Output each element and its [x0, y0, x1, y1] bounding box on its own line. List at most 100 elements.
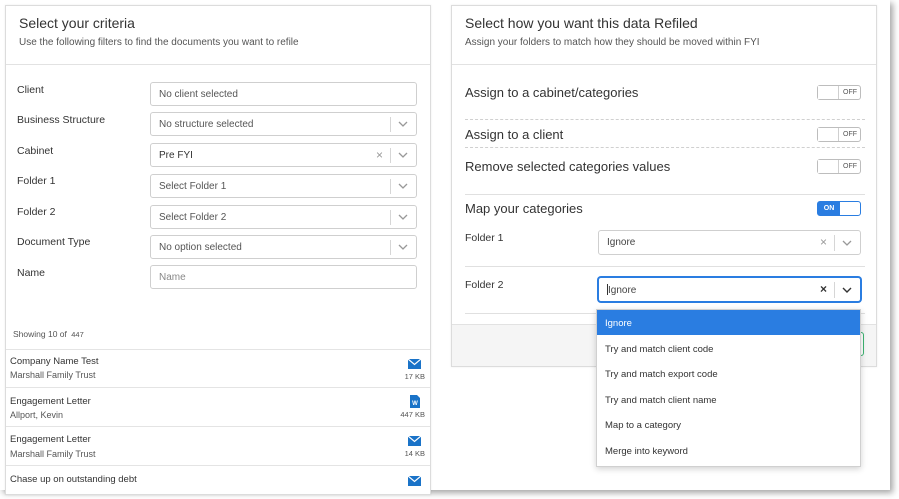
criteria-title: Select your criteria — [19, 15, 135, 31]
separator — [834, 235, 835, 251]
doc-title: Company Name Test — [10, 356, 99, 367]
criteria-subtitle: Use the following filters to find the do… — [19, 37, 299, 48]
criteria-panel: Select your criteria Use the following f… — [5, 5, 431, 495]
total-count: 447 — [71, 330, 84, 339]
separator — [390, 240, 391, 255]
cabinet-select[interactable]: Pre FYI × — [150, 143, 417, 167]
remove-categories-toggle[interactable]: OFF — [817, 159, 861, 174]
doc-size: 447 KB — [400, 410, 425, 419]
toggle-state: OFF — [843, 131, 857, 138]
assign-client-toggle[interactable]: OFF — [817, 127, 861, 142]
map-categories-label: Map your categories — [465, 201, 583, 216]
dropdown-option-match-client-code[interactable]: Try and match client code — [597, 336, 860, 361]
divider — [452, 64, 876, 65]
divider — [465, 194, 865, 195]
clear-icon[interactable]: × — [376, 148, 383, 162]
doc-title: Engagement Letter — [10, 434, 91, 445]
clear-icon[interactable]: × — [820, 282, 827, 296]
word-doc-icon: W — [410, 395, 420, 408]
document-type-value: No option selected — [159, 242, 242, 253]
folder1-label: Folder 1 — [17, 175, 56, 187]
map-folder2-input[interactable]: Ignore — [607, 284, 636, 296]
dropdown-option-match-export-code[interactable]: Try and match export code — [597, 361, 860, 386]
list-item[interactable]: Engagement Letter Marshall Family Trust … — [6, 426, 430, 465]
showing-text: Showing 10 of — [13, 329, 67, 339]
chevron-down-icon[interactable] — [398, 242, 408, 252]
map-categories-toggle[interactable]: ON — [817, 201, 861, 216]
folder1-value: Select Folder 1 — [159, 181, 227, 192]
svg-text:W: W — [412, 401, 418, 407]
clear-icon[interactable]: × — [820, 235, 827, 249]
dropdown-option-map-category[interactable]: Map to a category — [597, 412, 860, 437]
map-folder1-value: Ignore — [607, 237, 636, 248]
doc-subtitle: Marshall Family Trust — [10, 449, 96, 459]
toggle-knob — [818, 128, 839, 141]
doc-subtitle: Allport, Kevin — [10, 410, 64, 420]
list-item[interactable]: Company Name Test Marshall Family Trust … — [6, 349, 430, 387]
folder1-select[interactable]: Select Folder 1 — [150, 174, 417, 198]
dropdown-option-merge-keyword[interactable]: Merge into keyword — [597, 438, 860, 463]
map-folder1-label: Folder 1 — [465, 232, 504, 244]
assign-cabinet-label: Assign to a cabinet/categories — [465, 85, 639, 100]
business-structure-select[interactable]: No structure selected — [150, 112, 417, 136]
toggle-state: OFF — [843, 163, 857, 170]
toggle-state: OFF — [843, 89, 857, 96]
map-folder2-value: gnore — [610, 285, 637, 296]
list-item[interactable]: Engagement Letter Allport, Kevin W 447 K… — [6, 387, 430, 426]
assign-cabinet-toggle[interactable]: OFF — [817, 85, 861, 100]
client-select[interactable]: No client selected — [150, 82, 417, 106]
client-label: Client — [17, 84, 44, 96]
email-icon — [408, 475, 421, 486]
separator — [390, 117, 391, 132]
separator — [390, 148, 391, 163]
folder2-dropdown-menu: Ignore Try and match client code Try and… — [596, 309, 861, 467]
toggle-knob — [818, 160, 839, 173]
chevron-down-icon[interactable] — [398, 181, 408, 191]
chevron-down-icon[interactable] — [398, 119, 408, 129]
chevron-down-icon[interactable] — [842, 238, 852, 248]
dropdown-option-match-client-name[interactable]: Try and match client name — [597, 387, 860, 412]
separator — [834, 282, 835, 298]
separator — [390, 210, 391, 225]
email-icon — [408, 435, 421, 446]
toggle-state: ON — [818, 202, 840, 215]
list-item[interactable]: Chase up on outstanding debt — [6, 465, 430, 494]
cabinet-value: Pre FYI — [159, 150, 193, 161]
doc-subtitle: Marshall Family Trust — [10, 370, 96, 380]
doc-size: 14 KB — [404, 449, 425, 458]
divider — [465, 147, 865, 148]
chevron-down-icon[interactable] — [398, 212, 408, 222]
toggle-knob — [818, 86, 839, 99]
doc-title: Engagement Letter — [10, 396, 91, 407]
app-window: Select your criteria Use the following f… — [0, 0, 890, 495]
separator — [390, 179, 391, 194]
name-placeholder: Name — [159, 272, 186, 283]
map-folder2-label: Folder 2 — [465, 279, 504, 291]
folder2-value: Select Folder 2 — [159, 212, 227, 223]
chevron-down-icon[interactable] — [398, 150, 408, 160]
document-type-label: Document Type — [17, 236, 91, 248]
cabinet-label: Cabinet — [17, 145, 54, 157]
folder2-select[interactable]: Select Folder 2 — [150, 205, 417, 229]
doc-title: Chase up on outstanding debt — [10, 474, 137, 485]
dropdown-option-ignore[interactable]: Ignore — [597, 310, 860, 335]
business-structure-label: Business Structure — [17, 114, 106, 126]
map-folder2-select[interactable]: Ignore × — [598, 277, 861, 302]
doc-size: 17 KB — [404, 372, 425, 381]
divider — [6, 64, 430, 65]
map-folder1-select[interactable]: Ignore × — [598, 230, 861, 255]
divider — [465, 266, 865, 267]
email-icon — [408, 358, 421, 369]
client-value: No client selected — [159, 89, 238, 100]
folder2-label: Folder 2 — [17, 206, 56, 218]
results-count: Showing 10 of 447 — [13, 329, 84, 339]
refile-subtitle: Assign your folders to match how they sh… — [465, 37, 760, 48]
business-structure-value: No structure selected — [159, 119, 254, 130]
name-input[interactable]: Name — [150, 265, 417, 289]
document-type-select[interactable]: No option selected — [150, 235, 417, 259]
name-label: Name — [17, 267, 46, 279]
divider — [465, 119, 865, 120]
assign-client-label: Assign to a client — [465, 127, 564, 142]
chevron-down-icon[interactable] — [842, 285, 852, 295]
refile-title: Select how you want this data Refiled — [465, 15, 698, 31]
